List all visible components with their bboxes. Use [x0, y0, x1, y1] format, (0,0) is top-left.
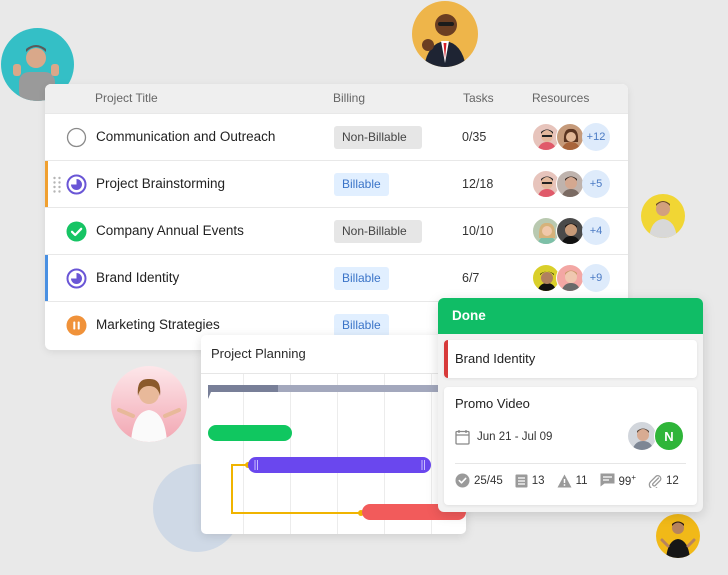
card-assignees[interactable]: N [627, 421, 685, 451]
column-header-resources[interactable]: Resources [532, 91, 589, 105]
comments-number: 99 [618, 475, 632, 488]
status-paused-icon[interactable] [66, 315, 87, 336]
gantt-chart-card: Project Planning [201, 335, 466, 534]
table-row[interactable]: Company Annual Events Non-Billable 10/10… [45, 207, 628, 254]
status-completed-icon[interactable] [66, 221, 87, 242]
status-in-progress-icon[interactable] [66, 268, 87, 289]
kanban-column-header[interactable]: Done [438, 298, 703, 334]
warning-icon [557, 474, 572, 487]
project-title[interactable]: Project Brainstorming [96, 176, 225, 191]
person-icon [561, 223, 581, 244]
avatar [556, 170, 584, 198]
card-title[interactable]: Promo Video [455, 396, 530, 411]
calendar-icon [455, 430, 470, 445]
card-stats: 25/45 13 11 99+ 12 [455, 473, 691, 488]
attachments-stat[interactable]: 12 [648, 474, 679, 488]
row-accent-bar [45, 255, 48, 301]
task-count: 10/10 [462, 224, 494, 238]
comments-count: 99+ [619, 473, 636, 488]
billing-badge[interactable]: Billable [334, 314, 389, 337]
person-icon [660, 521, 696, 558]
more-resources-count[interactable]: +5 [582, 170, 610, 198]
list-icon [515, 474, 528, 487]
billing-badge[interactable]: Billable [334, 173, 389, 196]
person-icon [649, 201, 677, 238]
person-icon [561, 128, 581, 150]
avatar [556, 264, 584, 292]
issues-stat[interactable]: 11 [557, 474, 588, 488]
date-range-text: Jun 21 - Jul 09 [477, 431, 553, 443]
billing-badge[interactable]: Non-Billable [334, 220, 422, 243]
kanban-column-done: Done Brand Identity Promo Video Jun 21 -… [438, 298, 703, 512]
task-count: 12/18 [462, 177, 494, 191]
avatar [556, 217, 584, 245]
kanban-card[interactable]: Brand Identity [444, 340, 697, 378]
card-title[interactable]: Brand Identity [455, 351, 535, 366]
issues-count: 11 [575, 474, 588, 487]
person-icon [422, 14, 466, 67]
status-not-started-icon[interactable] [66, 127, 87, 148]
person-icon [632, 428, 654, 450]
floating-avatar-woman [111, 366, 187, 442]
gantt-bars [208, 385, 466, 520]
project-title[interactable]: Communication and Outreach [96, 129, 275, 144]
project-title[interactable]: Company Annual Events [96, 223, 244, 238]
person-icon [561, 176, 581, 197]
billing-badge[interactable]: Billable [334, 267, 389, 290]
card-accent-bar [444, 340, 448, 378]
billing-badge[interactable]: Non-Billable [334, 126, 422, 149]
status-in-progress-icon[interactable] [66, 174, 87, 195]
floating-avatar-man-casual [641, 194, 685, 238]
floating-avatar-man-black-shirt [656, 514, 700, 558]
table-header: Project Title Billing Tasks Resources [45, 84, 628, 113]
divider [455, 463, 686, 464]
gantt-task-bar-purple[interactable] [248, 457, 431, 473]
lists-stat[interactable]: 13 [515, 474, 545, 488]
kanban-card[interactable]: Promo Video Jun 21 - Jul 09 N 25/45 13 1… [444, 387, 697, 505]
attachments-count: 12 [666, 474, 679, 487]
column-header-billing[interactable]: Billing [333, 91, 365, 105]
card-date-range[interactable]: Jun 21 - Jul 09 [455, 428, 552, 446]
avatar [627, 421, 657, 451]
project-title[interactable]: Marketing Strategies [96, 317, 220, 332]
row-accent-bar [45, 161, 48, 207]
comment-icon [600, 473, 615, 487]
table-row[interactable]: Project Brainstorming Billable 12/18 +5 [45, 160, 628, 207]
more-resources-count[interactable]: +4 [582, 217, 610, 245]
drag-handle-icon[interactable] [52, 176, 62, 194]
table-row[interactable]: Communication and Outreach Non-Billable … [45, 113, 628, 160]
task-count: 6/7 [462, 271, 480, 285]
avatar [556, 123, 584, 151]
assignee-initial-avatar: N [654, 421, 684, 451]
subtasks-stat[interactable]: 25/45 [455, 473, 503, 488]
project-title[interactable]: Brand Identity [96, 270, 179, 285]
floating-avatar-man-suit [412, 1, 478, 67]
column-header-tasks[interactable]: Tasks [463, 91, 494, 105]
comments-stat[interactable]: 99+ [600, 473, 636, 488]
lists-count: 13 [531, 474, 545, 487]
check-circle-icon [455, 473, 470, 488]
table-row[interactable]: Brand Identity Billable 6/7 +9 [45, 254, 628, 301]
gantt-task-bar-green[interactable] [208, 425, 292, 441]
person-icon [561, 270, 581, 291]
more-resources-count[interactable]: +9 [582, 264, 610, 292]
subtasks-count: 25/45 [474, 474, 503, 487]
more-resources-count[interactable]: +12 [582, 123, 610, 151]
column-header-project-title[interactable]: Project Title [95, 91, 158, 105]
paperclip-icon [648, 474, 662, 488]
gantt-summary-bar[interactable] [208, 385, 466, 399]
task-count: 0/35 [462, 130, 487, 144]
comments-overflow-suffix: + [631, 473, 636, 483]
person-icon [117, 378, 181, 442]
